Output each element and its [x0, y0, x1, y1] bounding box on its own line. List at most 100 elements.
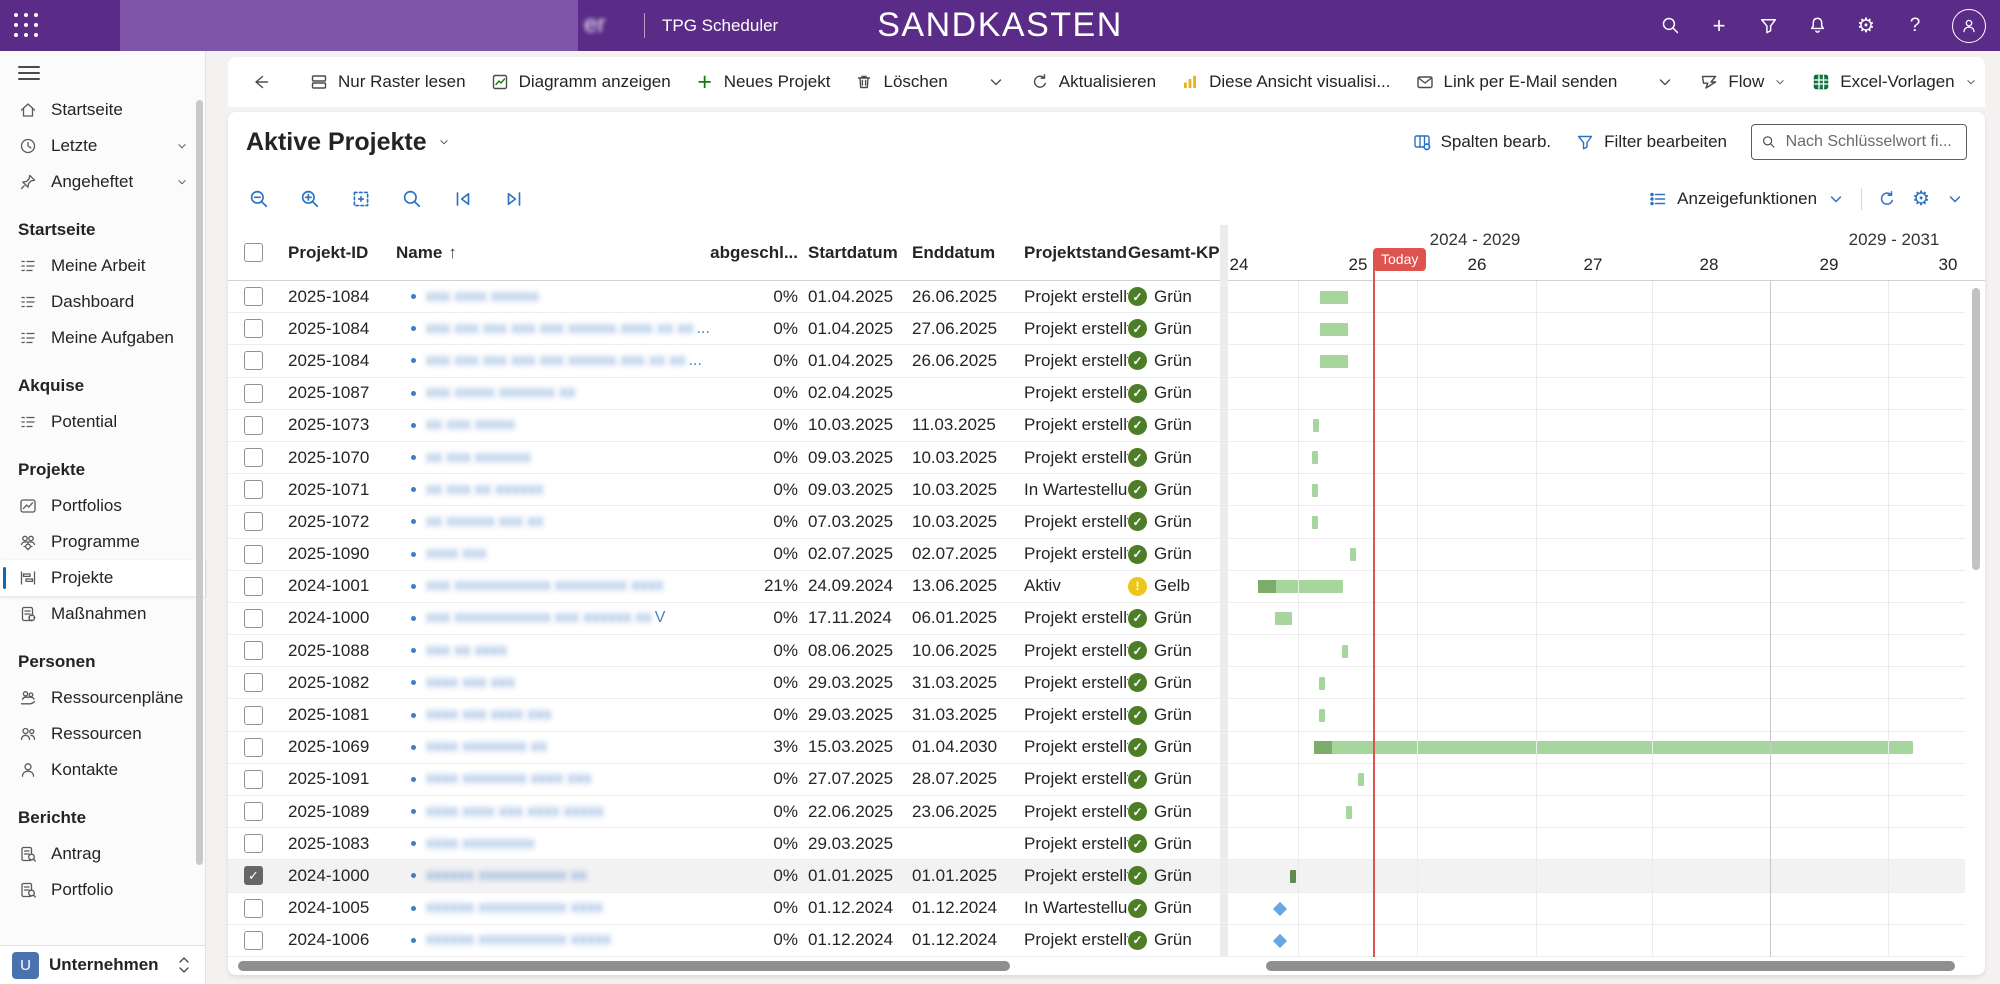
project-name-link[interactable]: xxx xxxxxxxxxxxx xxx xxxxxx xxV: [396, 603, 710, 634]
row-checkbox[interactable]: [244, 673, 263, 692]
zoom-out-button[interactable]: [248, 188, 270, 210]
project-name-link[interactable]: xxxxxx xxxxxxxxxxx xx: [396, 860, 710, 891]
sidebar-item-meine-arbeit[interactable]: Meine Arbeit: [0, 248, 205, 284]
excel-vorlagen-button[interactable]: Excel-Vorlagen: [1802, 66, 1986, 98]
row-checkbox[interactable]: [244, 641, 263, 660]
gantt-bar[interactable]: [1312, 516, 1318, 529]
project-name-link[interactable]: xxx xxx xxx xxx xxx xxxxxx xxx xx xx...: [396, 345, 710, 376]
gantt-horizontal-scrollbar[interactable]: [1266, 961, 1955, 971]
sidebar-item-ma-nahmen[interactable]: Maßnahmen: [0, 596, 205, 632]
bell-icon[interactable]: [1805, 14, 1829, 38]
refresh-icon[interactable]: [1877, 189, 1897, 209]
gantt-bar[interactable]: [1319, 677, 1325, 690]
sidebar-scrollbar[interactable]: [196, 100, 203, 865]
loeschen-button[interactable]: Löschen: [845, 66, 956, 98]
sidebar-item-dashboard[interactable]: Dashboard: [0, 284, 205, 320]
sidebar-item-ressourcen[interactable]: Ressourcen: [0, 716, 205, 752]
hamburger-menu-icon[interactable]: [18, 66, 40, 80]
gantt-bar[interactable]: [1342, 645, 1348, 658]
project-name-link[interactable]: xxx xxxxx xxxxxxx xx: [396, 378, 710, 409]
sidebar-item-angeheftet[interactable]: Angeheftet: [0, 164, 205, 200]
row-checkbox[interactable]: [244, 834, 263, 853]
back-button[interactable]: [242, 66, 280, 98]
gantt-bar[interactable]: [1350, 548, 1356, 561]
milestone-marker[interactable]: [1273, 901, 1287, 915]
table-row[interactable]: 2024-1000xxx xxxxxxxxxxxx xxx xxxxxx xxV…: [228, 603, 1965, 635]
column-header-pct[interactable]: % abgeschl...: [710, 225, 808, 280]
gantt-bar[interactable]: [1320, 291, 1348, 304]
table-row[interactable]: 2025-1084xxx xxx xxx xxx xxx xxxxxx xxxx…: [228, 313, 1965, 345]
project-name-link[interactable]: xxxx xxxxxxxx xx: [396, 732, 710, 763]
flow-button[interactable]: Flow: [1690, 66, 1796, 98]
column-header-name[interactable]: Name↑: [396, 225, 710, 280]
sidebar-item-kontakte[interactable]: Kontakte: [0, 752, 205, 788]
project-name-link[interactable]: xx xxx xxxxx: [396, 410, 710, 441]
table-row[interactable]: 2025-1081xxxx xxx xxxx xxx0%29.03.202531…: [228, 699, 1965, 731]
gantt-vertical-scrollbar[interactable]: [1972, 288, 1980, 570]
search-icon[interactable]: [1658, 14, 1682, 38]
table-row[interactable]: ✓2024-1000xxxxxx xxxxxxxxxxx xx0%01.01.2…: [228, 860, 1965, 892]
select-all-checkbox[interactable]: [244, 243, 263, 262]
table-row[interactable]: 2025-1073xx xxx xxxxx0%10.03.202511.03.2…: [228, 410, 1965, 442]
sidebar-item-letzte[interactable]: Letzte: [0, 128, 205, 164]
gantt-bar[interactable]: [1320, 323, 1348, 336]
project-name-link[interactable]: xxxx xxx: [396, 539, 710, 570]
sidebar-item-potential[interactable]: Potential: [0, 404, 205, 440]
row-checkbox[interactable]: [244, 480, 263, 499]
email-dropdown[interactable]: [1646, 66, 1684, 98]
project-name-link[interactable]: xx xxxxxx xxx xx: [396, 506, 710, 537]
table-row[interactable]: 2025-1089xxxx xxxx xxx xxxx xxxxx0%22.06…: [228, 796, 1965, 828]
row-checkbox[interactable]: [244, 416, 263, 435]
column-header-gesamt-kpi[interactable]: Gesamt-KPI: [1128, 225, 1220, 280]
project-name-link[interactable]: xxx xxxx xxxxxx: [396, 281, 710, 312]
row-checkbox[interactable]: [244, 931, 263, 950]
sidebar-item-meine-aufgaben[interactable]: Meine Aufgaben: [0, 320, 205, 356]
table-row[interactable]: 2025-1084xxx xxx xxx xxx xxx xxxxxx xxx …: [228, 345, 1965, 377]
display-options-button[interactable]: Anzeigefunktionen: [1648, 189, 1846, 209]
diagramm-anzeigen-button[interactable]: Diagramm anzeigen: [481, 66, 680, 98]
row-checkbox[interactable]: [244, 319, 263, 338]
neues-projekt-button[interactable]: +Neues Projekt: [686, 66, 840, 98]
column-header-projektstand[interactable]: Projektstand: [1024, 225, 1128, 280]
sidebar-item-portfolio[interactable]: Portfolio: [0, 872, 205, 908]
zoom-in-button[interactable]: [299, 188, 321, 210]
search-gantt-button[interactable]: [401, 188, 423, 210]
row-checkbox[interactable]: [244, 287, 263, 306]
column-header-enddatum[interactable]: Enddatum: [912, 225, 1024, 280]
table-row[interactable]: 2025-1090xxxx xxx0%02.07.202502.07.2025P…: [228, 539, 1965, 571]
edit-columns-button[interactable]: Spalten bearb.: [1412, 132, 1552, 152]
column-header-startdatum[interactable]: Startdatum: [808, 225, 912, 280]
sidebar-item-projekte[interactable]: Projekte: [0, 560, 205, 596]
column-header-projekt-id[interactable]: Projekt-ID: [288, 225, 396, 280]
search-input[interactable]: [1784, 132, 1957, 152]
project-name-link[interactable]: xxxx xxxxxxxxx: [396, 828, 710, 859]
environment-picker[interactable]: U Unternehmen: [0, 945, 205, 984]
row-checkbox[interactable]: [244, 899, 263, 918]
row-checkbox[interactable]: [244, 770, 263, 789]
view-selector[interactable]: Aktive Projekte: [246, 128, 451, 157]
chevron-down-icon[interactable]: [1945, 189, 1965, 209]
fit-timeline-button[interactable]: [350, 188, 372, 210]
add-icon[interactable]: +: [1707, 14, 1731, 38]
gantt-bar[interactable]: [1275, 612, 1291, 625]
row-checkbox[interactable]: [244, 577, 263, 596]
row-checkbox[interactable]: [244, 448, 263, 467]
table-row[interactable]: 2024-1001xxx xxxxxxxxxxxx xxxxxxxxx xxxx…: [228, 571, 1965, 603]
gantt-bar[interactable]: [1320, 355, 1348, 368]
row-checkbox[interactable]: [244, 545, 263, 564]
edit-filters-button[interactable]: Filter bearbeiten: [1575, 132, 1727, 152]
sidebar-item-startseite[interactable]: Startseite: [0, 92, 205, 128]
nur-raster-lesen-button[interactable]: Nur Raster lesen: [300, 66, 475, 98]
project-name-link[interactable]: xxx xxxxxxxxxxxx xxxxxxxxx xxxx: [396, 571, 710, 602]
row-checkbox[interactable]: [244, 609, 263, 628]
project-name-link[interactable]: xxxx xxxx xxx xxxx xxxxx: [396, 796, 710, 827]
project-name-link[interactable]: xxx xxx xxx xxx xxx xxxxxx xxxx xx xx...: [396, 313, 710, 344]
grid-gantt-splitter[interactable]: [1220, 225, 1228, 957]
gantt-bar[interactable]: [1358, 773, 1364, 786]
link-email-senden-button[interactable]: Link per E-Mail senden: [1406, 66, 1627, 98]
table-row[interactable]: 2025-1082xxxx xxx xxx0%29.03.202531.03.2…: [228, 667, 1965, 699]
row-checkbox[interactable]: [244, 802, 263, 821]
gear-icon[interactable]: ⚙: [1854, 14, 1878, 38]
table-row[interactable]: 2025-1070xx xxx xxxxxxx0%09.03.202510.03…: [228, 442, 1965, 474]
gantt-bar[interactable]: [1314, 741, 1912, 754]
